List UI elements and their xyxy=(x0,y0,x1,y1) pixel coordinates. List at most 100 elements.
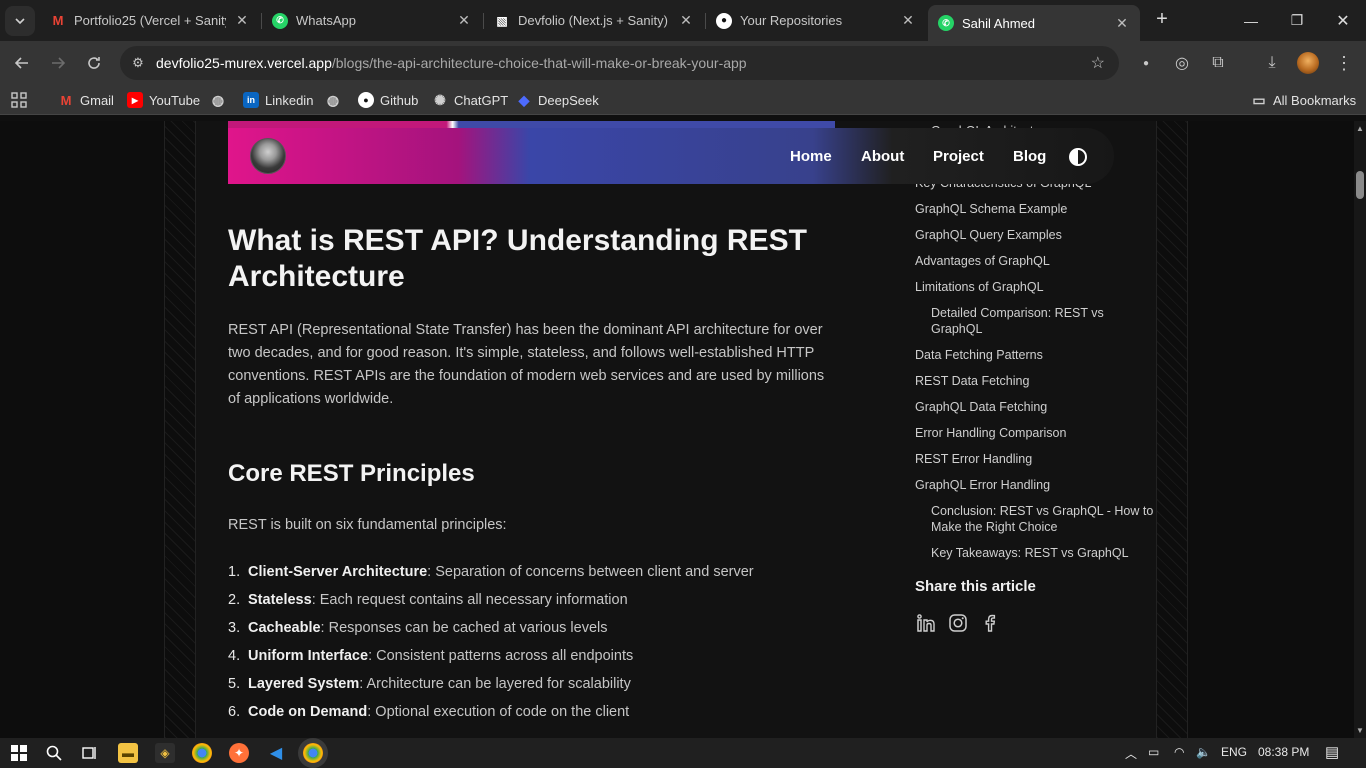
tab-sahil-ahmed[interactable]: ✆ Sahil Ahmed ✕ xyxy=(928,5,1140,41)
nav-project[interactable]: Project xyxy=(933,148,984,165)
address-bar[interactable]: ⚙ devfolio25-murex.vercel.app/blogs/the-… xyxy=(120,46,1119,80)
bookmark-github[interactable]: ● Github xyxy=(358,91,418,109)
all-bookmarks-button[interactable]: ▭ All Bookmarks xyxy=(1251,91,1356,109)
nav-about[interactable]: About xyxy=(861,148,904,165)
forward-button[interactable] xyxy=(45,50,71,76)
close-tab-icon[interactable]: ✕ xyxy=(1114,15,1130,32)
page-scrollbar[interactable]: ▲ ▼ xyxy=(1354,121,1366,738)
reload-button[interactable] xyxy=(81,50,107,76)
toc-item[interactable]: GraphQL Schema Example xyxy=(915,201,1067,217)
principle-name: Uniform Interface xyxy=(248,648,369,664)
chatgpt-icon: ✺ xyxy=(434,91,446,108)
decorative-rail-left xyxy=(164,121,196,738)
battery-icon[interactable]: ▭ xyxy=(1148,745,1159,759)
bookmark-deepseek[interactable]: ◆ DeepSeek xyxy=(516,91,599,109)
toc-item[interactable]: GraphQL Query Examples xyxy=(915,227,1062,243)
toc-item[interactable]: GraphQL Data Fetching xyxy=(915,399,1047,415)
clock[interactable]: 08:38 PM xyxy=(1258,745,1309,759)
principle-desc: : Architecture can be layered for scalab… xyxy=(359,676,631,692)
nav-blog[interactable]: Blog xyxy=(1013,148,1046,165)
postman-icon[interactable]: ✦ xyxy=(229,743,249,763)
vercel-icon: ▧ xyxy=(496,13,508,28)
apps-grid-icon xyxy=(11,92,27,108)
extensions-puzzle-icon[interactable]: ⧉ xyxy=(1205,50,1231,76)
bookmark-label: Linkedin xyxy=(265,92,314,108)
close-tab-icon[interactable]: ✕ xyxy=(678,12,694,29)
toc-item[interactable]: Conclusion: REST vs GraphQL - How to Mak… xyxy=(931,503,1159,535)
toc-item[interactable]: REST Error Handling xyxy=(915,451,1032,467)
principle-desc: : Responses can be cached at various lev… xyxy=(320,620,608,636)
extension-target-icon[interactable]: ◎ xyxy=(1169,50,1195,76)
tab-repositories[interactable]: ● Your Repositories ✕ xyxy=(706,6,926,35)
scroll-down-arrow-icon[interactable]: ▼ xyxy=(1356,726,1364,735)
chrome-active-icon[interactable] xyxy=(303,743,323,763)
minimize-button[interactable]: — xyxy=(1228,0,1274,41)
tab-title: Devfolio (Next.js + Sanity) | s xyxy=(518,13,670,28)
apps-button[interactable] xyxy=(11,91,27,109)
bookmark-star-icon[interactable]: ☆ xyxy=(1091,53,1105,73)
bookmarks-bar xyxy=(0,85,1366,115)
list-number: 2. xyxy=(228,592,241,608)
scroll-up-arrow-icon[interactable]: ▲ xyxy=(1356,124,1364,133)
download-icon[interactable]: ⤓ xyxy=(1259,50,1285,76)
nav-home[interactable]: Home xyxy=(790,148,832,165)
menu-kebab-icon[interactable]: ⋮ xyxy=(1331,50,1357,76)
profile-icon xyxy=(1297,52,1319,74)
toc-item[interactable]: Advantages of GraphQL xyxy=(915,253,1050,269)
article-intro: REST API (Representational State Transfe… xyxy=(228,322,825,407)
close-tab-icon[interactable]: ✕ xyxy=(234,12,250,29)
profile-avatar[interactable] xyxy=(1295,50,1321,76)
back-button[interactable] xyxy=(9,50,35,76)
volume-icon[interactable]: 🔈 xyxy=(1196,745,1211,759)
vscode-icon[interactable]: ◀ xyxy=(266,743,286,763)
tray-chevron-icon[interactable]: ︿ xyxy=(1125,745,1137,762)
page-viewport: GraphQL Architecture Key Characteristics… xyxy=(0,121,1354,738)
bookmark-chatgpt[interactable]: ✺ ChatGPT xyxy=(432,91,508,109)
notification-icon[interactable]: ▤ xyxy=(1325,743,1339,761)
url-host: devfolio25-murex.vercel.app xyxy=(156,55,332,71)
list-item: 6. Code on Demand: Optional execution of … xyxy=(228,702,754,730)
theme-toggle-icon[interactable] xyxy=(1069,148,1087,166)
git-app-icon[interactable]: ◈ xyxy=(155,743,175,763)
scroll-thumb[interactable] xyxy=(1356,171,1364,199)
wifi-icon[interactable]: ◠ xyxy=(1174,745,1184,759)
tab-portfolio25[interactable]: M Portfolio25 (Vercel + Sanity) - ✕ xyxy=(40,6,260,35)
site-info-icon[interactable]: ⚙ xyxy=(120,55,156,71)
language-indicator[interactable]: ENG xyxy=(1221,745,1247,759)
instagram-share-icon[interactable] xyxy=(947,612,969,634)
bookmark-youtube[interactable]: ▶ YouTube xyxy=(127,91,200,109)
file-explorer-icon[interactable]: ▬ xyxy=(118,743,138,763)
chrome-icon[interactable] xyxy=(192,743,212,763)
tab-title: Sahil Ahmed xyxy=(962,15,1035,31)
principle-name: Layered System xyxy=(248,676,360,692)
site-logo-avatar[interactable] xyxy=(250,138,286,174)
close-window-button[interactable]: ✕ xyxy=(1320,0,1366,41)
search-icon[interactable] xyxy=(44,743,64,763)
list-number: 6. xyxy=(228,704,241,720)
toc-item[interactable]: Limitations of GraphQL xyxy=(915,279,1044,295)
toc-item[interactable]: Data Fetching Patterns xyxy=(915,347,1043,363)
restore-button[interactable]: ❐ xyxy=(1274,0,1320,41)
list-number: 3. xyxy=(228,620,241,636)
facebook-share-icon[interactable] xyxy=(979,612,1001,634)
close-tab-icon[interactable]: ✕ xyxy=(900,12,916,29)
bookmark-globe-2[interactable]: ◍ xyxy=(325,91,341,109)
toc-item[interactable]: Error Handling Comparison xyxy=(915,425,1066,441)
bookmark-linkedin[interactable]: in Linkedin xyxy=(243,91,313,109)
toc-item[interactable]: Key Takeaways: REST vs GraphQL xyxy=(931,545,1129,561)
tab-devfolio[interactable]: ▧ Devfolio (Next.js + Sanity) | s ✕ xyxy=(484,6,704,35)
tab-search-button[interactable] xyxy=(5,5,35,36)
new-tab-button[interactable]: + xyxy=(1150,8,1174,32)
task-view-icon[interactable] xyxy=(80,743,100,763)
close-tab-icon[interactable]: ✕ xyxy=(456,12,472,29)
toc-item[interactable]: Detailed Comparison: REST vs GraphQL xyxy=(931,305,1131,337)
extension-dot-icon[interactable]: ● xyxy=(1133,50,1159,76)
tab-whatsapp[interactable]: ✆ WhatsApp ✕ xyxy=(262,6,482,35)
bookmark-globe[interactable]: ◍ xyxy=(210,91,226,109)
bookmark-gmail[interactable]: M Gmail xyxy=(58,91,114,109)
windows-start-icon[interactable] xyxy=(9,743,29,763)
toc-item[interactable]: GraphQL Error Handling xyxy=(915,477,1050,493)
deepseek-icon: ◆ xyxy=(518,91,530,108)
linkedin-share-icon[interactable] xyxy=(915,612,937,634)
toc-item[interactable]: REST Data Fetching xyxy=(915,373,1029,389)
